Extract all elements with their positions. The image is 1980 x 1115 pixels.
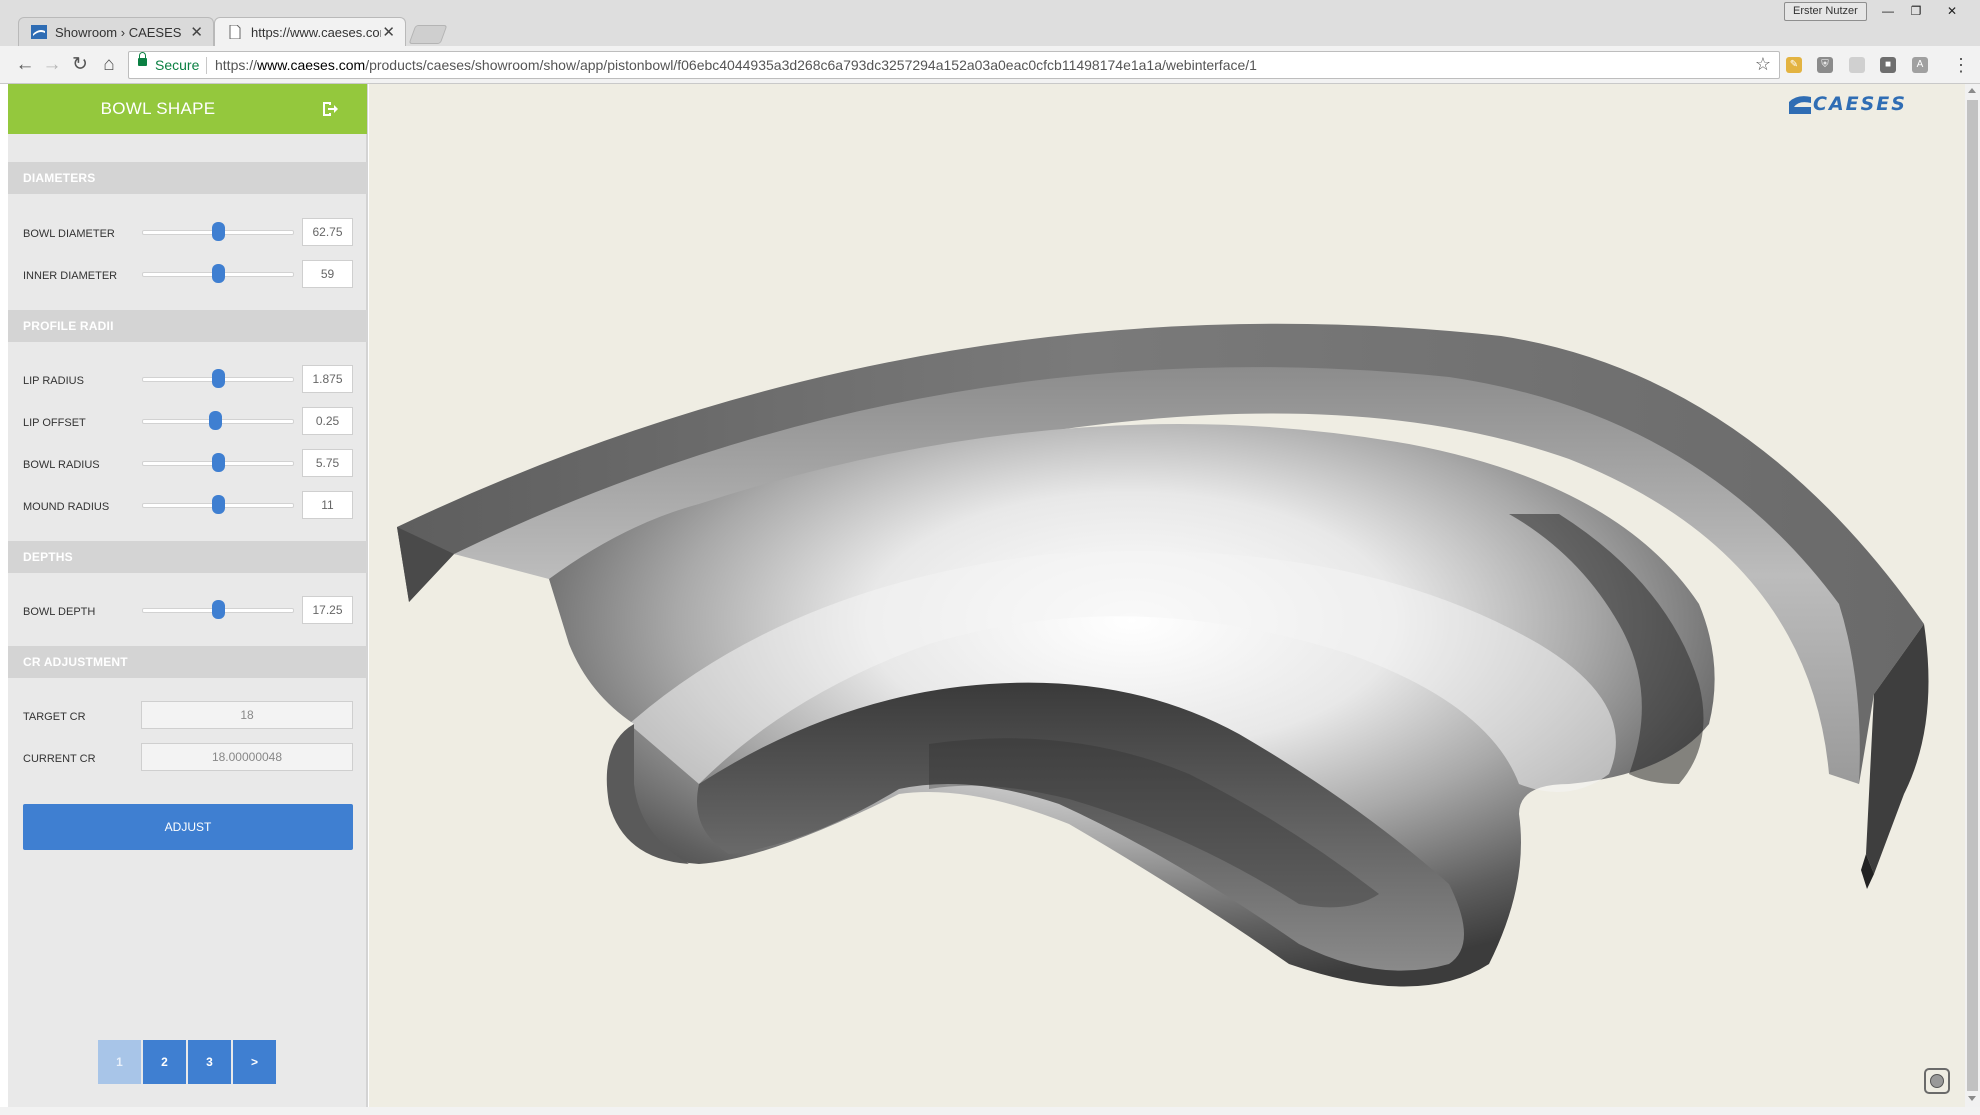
extension-cast-icon[interactable] [1849,57,1865,73]
profile-button[interactable]: Erster Nutzer [1784,2,1867,21]
address-bar[interactable]: Secure https://www.caeses.com/products/c… [128,51,1780,79]
bowl-depth-input[interactable]: 17.25 [302,596,353,624]
lip-offset-label: LIP OFFSET [23,417,86,429]
next-page-button[interactable]: > [233,1040,276,1084]
section-cr-adjustment: CR ADJUSTMENT [8,646,367,678]
browser-toolbar: ← → ↻ ⌂ Secure https://www.caeses.com/pr… [0,46,1980,84]
window-bottom-border [0,1107,1980,1115]
bowl-radius-input[interactable]: 5.75 [302,449,353,477]
extension-pdf-icon[interactable]: A [1912,57,1928,73]
home-icon[interactable]: ⌂ [98,54,120,76]
lip-radius-input[interactable]: 1.875 [302,365,353,393]
bowl-depth-label: BOWL DEPTH [23,606,96,618]
slider-handle[interactable] [212,222,225,241]
page-2-button[interactable]: 2 [143,1040,186,1084]
page-icon [229,25,241,39]
url-text[interactable]: https://www.caeses.com/products/caeses/s… [215,57,1257,73]
bowl-diameter-label: BOWL DIAMETER [23,228,115,240]
reload-icon[interactable]: ↻ [69,54,91,76]
extension-shield-icon[interactable]: ⛨ [1817,57,1833,73]
page: BOWL SHAPE DIAMETERS BOWL DIAMETER 62.75… [8,84,1980,1115]
current-cr-label: CURRENT CR [23,753,96,765]
url-scheme: https:// [215,57,258,73]
url-separator [206,57,207,74]
lip-radius-slider[interactable] [142,369,294,388]
slider-handle[interactable] [212,495,225,514]
section-profile-radii: PROFILE RADII [8,310,367,342]
caeses-logo: CAESES [1783,90,1943,118]
panel-header: BOWL SHAPE [8,84,367,134]
bowl-depth-slider[interactable] [142,600,294,619]
lip-radius-label: LIP RADIUS [23,375,84,387]
minimize-icon[interactable]: — [1874,2,1902,21]
bowl-radius-slider[interactable] [142,453,294,472]
parameter-panel: BOWL SHAPE DIAMETERS BOWL DIAMETER 62.75… [8,84,368,1107]
forward-arrow-icon[interactable]: → [41,54,63,76]
lip-offset-input[interactable]: 0.25 [302,407,353,435]
bowl-radius-label: BOWL RADIUS [23,459,100,471]
current-cr-field[interactable]: 18.00000048 [141,743,353,771]
scrollbar[interactable] [1965,84,1980,1107]
lip-offset-slider[interactable] [142,411,294,430]
page-3-button[interactable]: 3 [188,1040,231,1084]
slider-handle[interactable] [212,600,225,619]
url-host: www.caeses.com [257,57,366,73]
url-path: /products/caeses/showroom/show/app/pisto… [365,57,1257,73]
inner-diameter-slider[interactable] [142,264,294,283]
3d-viewport[interactable]: CAESES [369,84,1965,1107]
slider-handle[interactable] [209,411,222,430]
piston-bowl-model[interactable] [369,84,1965,1107]
slider-handle[interactable] [212,369,225,388]
target-cr-field[interactable]: 18 [141,701,353,729]
tab-strip: Showroom › CAESES ✕ https://www.caeses.c… [0,0,1980,47]
restore-icon[interactable]: ❐ [1902,2,1930,21]
close-icon[interactable]: ✕ [1938,2,1966,21]
caeses-logo-icon [1789,96,1811,114]
scroll-down-icon[interactable] [1968,1096,1976,1101]
tab-title: https://www.caeses.com/ [251,25,381,40]
adjust-button[interactable]: ADJUST [23,804,353,850]
secure-label: Secure [155,57,200,73]
mound-radius-input[interactable]: 11 [302,491,353,519]
logout-icon[interactable] [321,101,339,117]
panel-title: BOWL SHAPE [100,99,216,118]
tab-title: Showroom › CAESES [55,25,182,40]
inner-diameter-input[interactable]: 59 [302,260,353,288]
section-diameters: DIAMETERS [8,162,367,194]
scroll-thumb[interactable] [1967,100,1978,1091]
target-cr-label: TARGET CR [23,711,86,723]
inner-diameter-label: INNER DIAMETER [23,270,118,282]
screenshot-camera-icon[interactable] [1924,1068,1950,1094]
mound-radius-slider[interactable] [142,495,294,514]
bowl-diameter-slider[interactable] [142,222,294,241]
scroll-up-icon[interactable] [1968,88,1976,93]
browser-chrome: Showroom › CAESES ✕ https://www.caeses.c… [0,0,1980,84]
browser-menu-icon[interactable]: ⋮ [1952,55,1970,75]
slider-handle[interactable] [212,453,225,472]
tab-showroom[interactable]: Showroom › CAESES ✕ [18,17,214,46]
back-arrow-icon[interactable]: ← [14,54,36,76]
bowl-diameter-input[interactable]: 62.75 [302,218,353,246]
section-depths: DEPTHS [8,541,367,573]
extension-box-icon[interactable]: ■ [1880,57,1896,73]
slider-handle[interactable] [212,264,225,283]
caeses-favicon-icon [31,25,47,39]
caeses-logo-text: CAESES [1813,93,1907,115]
page-1-button[interactable]: 1 [98,1040,141,1084]
lock-icon [138,52,147,66]
tab-close-icon[interactable]: ✕ [190,23,203,41]
tab-caeses-page[interactable]: https://www.caeses.com/ ✕ [214,17,406,47]
extension-key-icon[interactable]: ✎ [1786,57,1802,73]
bookmark-star-icon[interactable]: ☆ [1755,54,1771,75]
new-tab-button[interactable] [408,25,448,44]
mound-radius-label: MOUND RADIUS [23,501,110,513]
tab-close-icon[interactable]: ✕ [382,23,395,41]
